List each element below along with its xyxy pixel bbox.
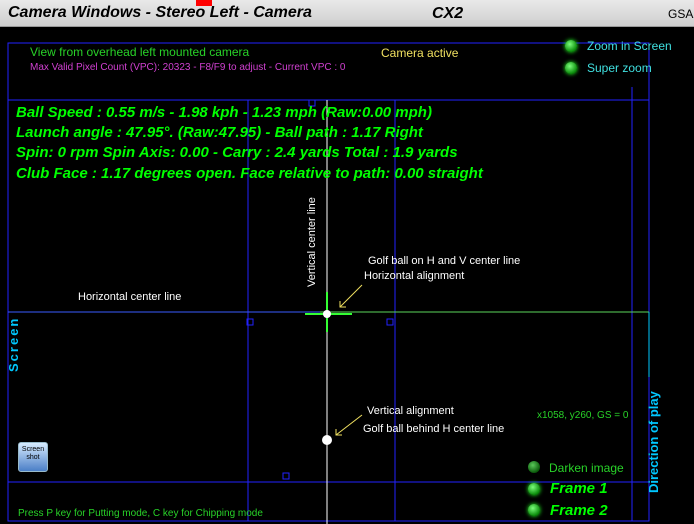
footer-hint: Press P key for Putting mode, C key for … [18, 508, 263, 519]
stat-club-face: Club Face : 1.17 degrees open. Face rela… [16, 165, 483, 182]
screenshot-label-2: shot [26, 454, 40, 461]
frame2-led[interactable] [528, 504, 540, 516]
screenshot-button[interactable]: Screen shot [18, 442, 48, 472]
arrow-ball-hv [339, 284, 363, 308]
frame2-label[interactable]: Frame 2 [550, 502, 608, 519]
marker-square-2 [386, 318, 394, 326]
zoom-in-screen-led[interactable] [565, 40, 577, 52]
super-zoom-led[interactable] [565, 62, 577, 74]
golf-ball-behind [322, 435, 332, 445]
zoom-in-screen-label[interactable]: Zoom in Screen [587, 39, 672, 53]
direction-of-play-label: Direction of play [646, 391, 661, 493]
window-title: Camera Windows - Stereo Left - Camera [8, 4, 312, 21]
screenshot-label-1: Screen [21, 446, 45, 453]
camera-status: Camera active [381, 46, 459, 60]
title-right-text: GSA [668, 7, 694, 21]
vpc-info: Max Valid Pixel Count (VPC): 20323 - F8/… [30, 62, 346, 73]
screen-label: Screen [6, 316, 21, 372]
super-zoom-label[interactable]: Super zoom [587, 61, 652, 75]
marker-square-3 [282, 472, 290, 480]
frame1-label[interactable]: Frame 1 [550, 480, 608, 497]
vertical-center-line-label: Vertical center line [306, 197, 318, 287]
camera-viewport[interactable]: View from overhead left mounted camera M… [0, 27, 694, 524]
horizontal-alignment-label: Horizontal alignment [364, 270, 465, 282]
golf-ball-hv-label: Golf ball on H and V center line [368, 255, 521, 267]
golf-ball-center [323, 310, 331, 318]
stat-launch-angle: Launch angle : 47.95°. (Raw:47.95) - Bal… [16, 124, 423, 141]
arrow-ball-behind [335, 414, 363, 436]
stat-ball-speed: Ball Speed : 0.55 m/s - 1.98 kph - 1.23 … [16, 104, 432, 121]
darken-image-led[interactable] [528, 461, 540, 473]
golf-ball-behind-label: Golf ball behind H center line [363, 423, 505, 435]
coords-readout: x1058, y260, GS = 0 [537, 410, 629, 421]
horizontal-center-line-label: Horizontal center line [78, 291, 182, 303]
vertical-alignment-label: Vertical alignment [367, 405, 454, 417]
view-label: View from overhead left mounted camera [30, 45, 250, 59]
title-bar: Camera Windows - Stereo Left - Camera CX… [0, 0, 694, 27]
stat-spin: Spin: 0 rpm Spin Axis: 0.00 - Carry : 2.… [16, 144, 458, 161]
frame1-led[interactable] [528, 483, 540, 495]
darken-image-label[interactable]: Darken image [549, 461, 624, 475]
camera-id: CX2 [432, 5, 464, 22]
grid-overlay [7, 42, 650, 524]
